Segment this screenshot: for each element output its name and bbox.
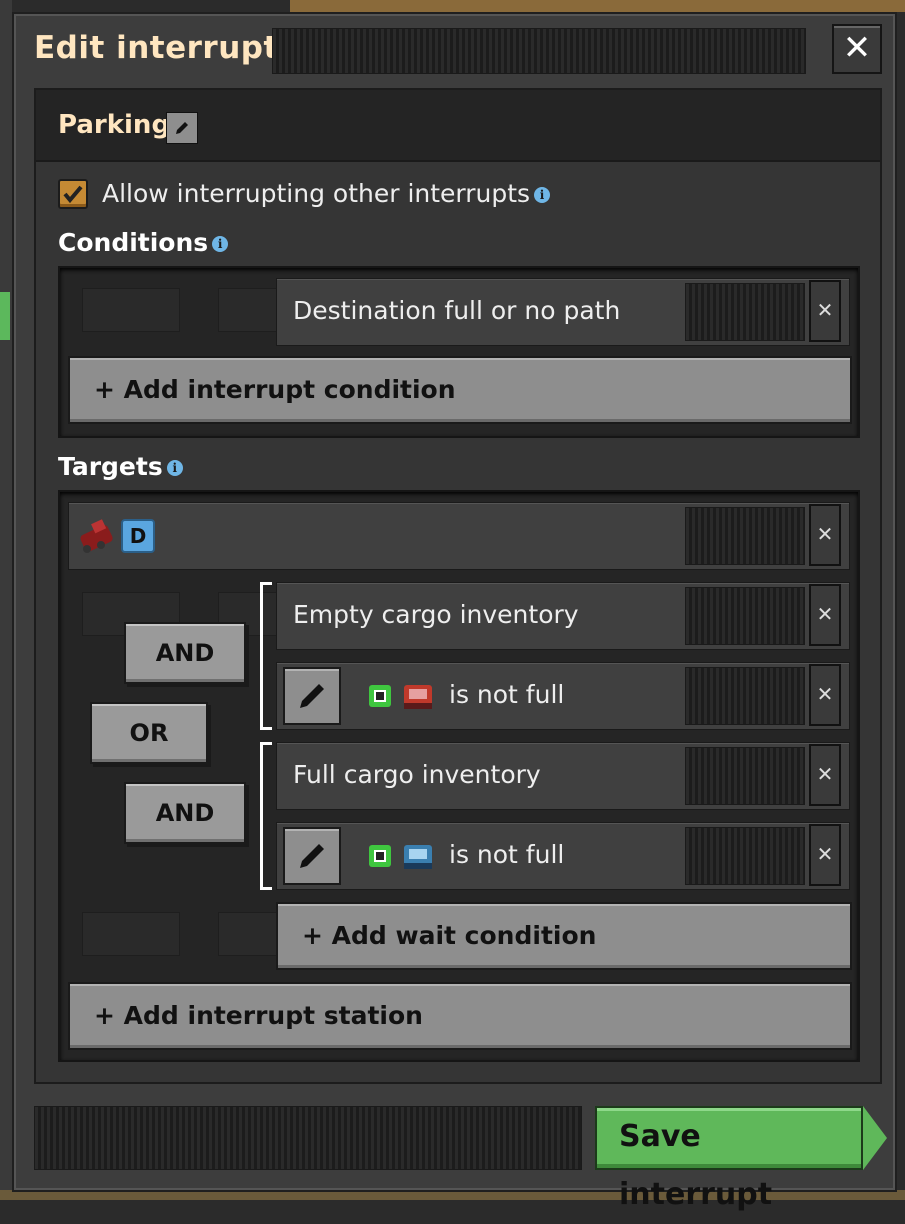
empty-slot bbox=[82, 912, 180, 956]
or-toggle-button[interactable]: OR bbox=[90, 702, 208, 764]
locomotive-icon bbox=[80, 519, 113, 553]
add-wait-condition-label: + Add wait condition bbox=[302, 921, 597, 950]
title-drag-handle[interactable] bbox=[272, 28, 806, 74]
and-toggle-button[interactable]: AND bbox=[124, 782, 246, 844]
edit-condition-button[interactable] bbox=[283, 667, 341, 725]
circuit-chip-icon bbox=[369, 845, 391, 867]
add-interrupt-station-button[interactable]: + Add interrupt station bbox=[68, 982, 852, 1050]
station-name-badge: D bbox=[121, 519, 155, 553]
pencil-icon bbox=[300, 684, 324, 708]
checkmark-icon bbox=[63, 185, 83, 204]
info-icon[interactable]: i bbox=[534, 187, 551, 203]
background-top-strip bbox=[290, 0, 905, 12]
row-drag-handle[interactable] bbox=[685, 507, 805, 565]
row-drag-handle[interactable] bbox=[685, 827, 805, 885]
row-drag-handle[interactable] bbox=[685, 747, 805, 805]
background-left-strip bbox=[0, 0, 12, 1200]
remove-wait-condition-button[interactable]: ✕ bbox=[809, 824, 841, 886]
footer-drag-handle[interactable] bbox=[34, 1106, 582, 1170]
add-interrupt-station-label: + Add interrupt station bbox=[94, 1001, 423, 1030]
target-station-row[interactable]: D ✕ bbox=[68, 502, 850, 570]
background-green-tab bbox=[0, 292, 10, 340]
save-interrupt-button[interactable]: Save interrupt bbox=[595, 1106, 887, 1212]
row-drag-handle[interactable] bbox=[685, 667, 805, 725]
and-group-bracket bbox=[260, 582, 272, 730]
add-interrupt-condition-label: + Add interrupt condition bbox=[94, 375, 456, 404]
row-drag-handle[interactable] bbox=[685, 587, 805, 645]
interrupt-name: Parking bbox=[58, 110, 171, 140]
add-interrupt-condition-button[interactable]: + Add interrupt condition bbox=[68, 356, 852, 424]
targets-list: D ✕ AND OR AND Empty cargo inventory ✕ i… bbox=[58, 490, 860, 1062]
and-toggle-button[interactable]: AND bbox=[124, 622, 246, 684]
row-drag-handle[interactable] bbox=[685, 283, 805, 341]
remove-station-button[interactable]: ✕ bbox=[809, 504, 841, 566]
wait-condition-label: is not full bbox=[449, 680, 565, 709]
window-title: Edit interrupt bbox=[34, 30, 279, 66]
wait-condition-row[interactable]: is not full ✕ bbox=[276, 662, 850, 730]
condition-label: Destination full or no path bbox=[293, 296, 621, 325]
rename-pencil-icon[interactable] bbox=[166, 112, 198, 144]
condition-row[interactable]: Destination full or no path ✕ bbox=[276, 278, 850, 346]
conditions-list: Destination full or no path ✕ + Add inte… bbox=[58, 266, 860, 438]
and-group-bracket bbox=[260, 742, 272, 890]
conditions-heading-row: Conditions i bbox=[58, 228, 229, 257]
targets-heading: Targets bbox=[58, 452, 163, 481]
allow-interrupting-checkbox[interactable] bbox=[58, 179, 88, 209]
remove-condition-button[interactable]: ✕ bbox=[809, 280, 841, 342]
edit-interrupt-window: Edit interrupt ✕ Parking Allow interrupt… bbox=[12, 12, 897, 1212]
edit-condition-button[interactable] bbox=[283, 827, 341, 885]
remove-wait-condition-button[interactable]: ✕ bbox=[809, 744, 841, 806]
allow-interrupting-row: Allow interrupting other interrupts i bbox=[102, 179, 551, 208]
wait-condition-row[interactable]: is not full ✕ bbox=[276, 822, 850, 890]
wait-condition-label: Full cargo inventory bbox=[293, 760, 541, 789]
circuit-chip-icon bbox=[369, 685, 391, 707]
red-chest-icon bbox=[404, 685, 432, 709]
remove-wait-condition-button[interactable]: ✕ bbox=[809, 664, 841, 726]
info-icon[interactable]: i bbox=[166, 460, 183, 476]
empty-slot bbox=[82, 288, 180, 332]
wait-condition-label: Empty cargo inventory bbox=[293, 600, 579, 629]
info-icon[interactable]: i bbox=[212, 236, 229, 252]
interrupt-name-header: Parking bbox=[36, 90, 880, 162]
interrupt-panel: Parking Allow interrupting other interru… bbox=[34, 88, 882, 1084]
wait-condition-row[interactable]: Full cargo inventory ✕ bbox=[276, 742, 850, 810]
wait-condition-label: is not full bbox=[449, 840, 565, 869]
add-wait-condition-button[interactable]: + Add wait condition bbox=[276, 902, 852, 970]
wait-condition-row[interactable]: Empty cargo inventory ✕ bbox=[276, 582, 850, 650]
allow-interrupting-label: Allow interrupting other interrupts bbox=[102, 179, 531, 208]
empty-slot bbox=[218, 912, 278, 956]
remove-wait-condition-button[interactable]: ✕ bbox=[809, 584, 841, 646]
pencil-icon bbox=[300, 844, 324, 868]
targets-heading-row: Targets i bbox=[58, 452, 183, 481]
conditions-heading: Conditions bbox=[58, 228, 209, 257]
empty-slot bbox=[218, 288, 278, 332]
blue-chest-icon bbox=[404, 845, 432, 869]
close-button[interactable]: ✕ bbox=[832, 24, 882, 74]
